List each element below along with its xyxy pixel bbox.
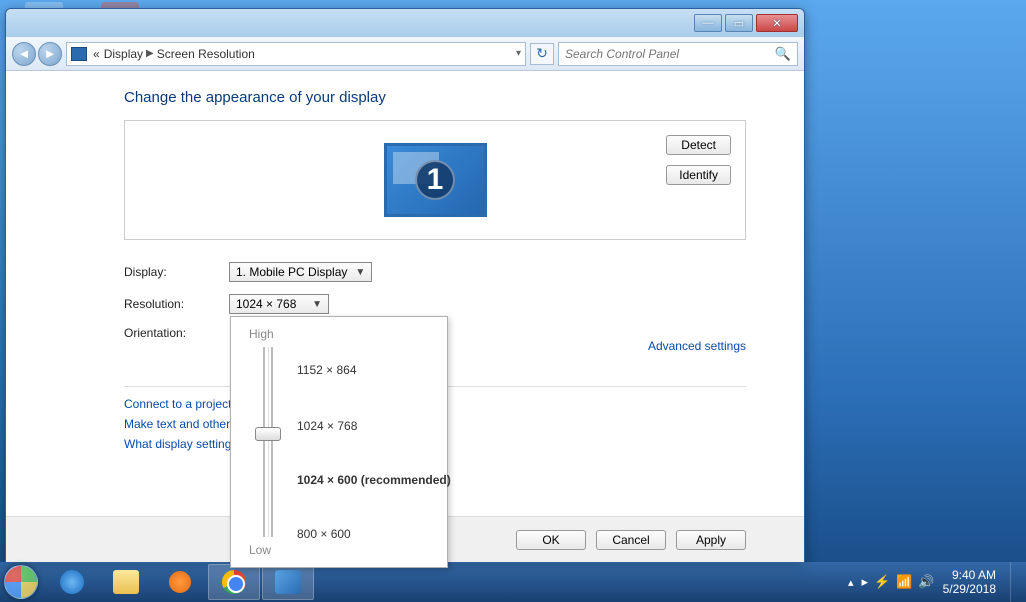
search-box[interactable]: 🔍 [558,42,798,66]
network-icon[interactable]: 📶 [896,574,912,590]
back-button[interactable]: ◄ [12,42,36,66]
resolution-option-2[interactable]: 1024 × 768 [297,419,357,433]
volume-icon[interactable]: 🔊 [918,574,934,590]
taskbar-media-player[interactable] [154,564,206,600]
dropdown-icon: ▼ [312,299,322,310]
breadcrumb-display[interactable]: Display [104,47,143,61]
nav-toolbar: ◄ ► « Display ▶ Screen Resolution ▾ ↻ 🔍 [6,37,804,71]
close-button[interactable] [756,14,798,32]
folder-icon [113,570,139,594]
taskbar-control-panel[interactable] [262,564,314,600]
ok-button[interactable]: OK [516,530,586,550]
chrome-icon [222,570,246,594]
resolution-combobox[interactable]: 1024 × 768 ▼ [229,294,329,314]
slider-low-label: Low [247,543,435,557]
control-panel-window: ◄ ► « Display ▶ Screen Resolution ▾ ↻ 🔍 … [5,8,805,563]
slider-high-label: High [247,327,435,341]
resolution-slider-thumb[interactable] [255,427,281,441]
minimize-button[interactable] [694,14,722,32]
resolution-option-1[interactable]: 1152 × 864 [297,363,357,377]
resolution-slider-popup: High 1152 × 864 1024 × 768 1024 × 600 (r… [230,316,448,568]
breadcrumb-pre: « [93,47,100,61]
monitor-thumbnail[interactable]: 1 [384,143,487,217]
search-input[interactable] [565,47,775,61]
resolution-option-4[interactable]: 800 × 600 [297,527,351,541]
windows-logo-icon [4,565,38,599]
taskbar-explorer[interactable] [100,564,152,600]
flag-icon[interactable]: ▸ [862,574,869,590]
ie-icon [60,570,84,594]
display-label: Display: [124,265,229,279]
breadcrumb-resolution[interactable]: Screen Resolution [157,47,255,61]
apply-button[interactable]: Apply [676,530,746,550]
control-panel-icon [275,570,301,594]
orientation-label: Orientation: [124,326,229,340]
address-dropdown-icon[interactable]: ▾ [516,48,521,59]
system-tray: ▴ ▸ ⚡ 📶 🔊 9:40 AM 5/29/2018 [848,562,1026,602]
monitor-number: 1 [415,160,455,200]
breadcrumb-bar[interactable]: « Display ▶ Screen Resolution ▾ [66,42,526,66]
chevron-right-icon: ▶ [146,48,154,59]
taskbar: ▴ ▸ ⚡ 📶 🔊 9:40 AM 5/29/2018 [0,562,1026,602]
power-icon[interactable]: ⚡ [874,574,890,590]
resolution-option-3[interactable]: 1024 × 600 (recommended) [297,473,451,487]
dropdown-icon: ▼ [355,267,365,278]
resolution-value: 1024 × 768 [236,297,296,311]
control-panel-icon [71,47,87,61]
maximize-button[interactable] [725,14,753,32]
identify-button[interactable]: Identify [666,165,731,185]
display-preview-box: 1 Detect Identify [124,120,746,240]
resolution-label: Resolution: [124,297,229,311]
window-titlebar[interactable] [6,9,804,37]
show-desktop-button[interactable] [1010,562,1022,602]
clock-time: 9:40 AM [943,568,996,582]
forward-button[interactable]: ► [38,42,62,66]
display-value: 1. Mobile PC Display [236,265,347,279]
start-button[interactable] [0,562,42,602]
display-combobox[interactable]: 1. Mobile PC Display ▼ [229,262,372,282]
media-player-icon [169,571,191,593]
detect-button[interactable]: Detect [666,135,731,155]
taskbar-chrome[interactable] [208,564,260,600]
tray-overflow-icon[interactable]: ▴ [848,576,854,589]
advanced-settings-link[interactable]: Advanced settings [648,339,746,353]
refresh-button[interactable]: ↻ [530,43,554,65]
taskbar-clock[interactable]: 9:40 AM 5/29/2018 [943,568,996,597]
clock-date: 5/29/2018 [943,582,996,596]
page-title: Change the appearance of your display [124,89,746,106]
taskbar-ie[interactable] [46,564,98,600]
cancel-button[interactable]: Cancel [596,530,666,550]
search-icon[interactable]: 🔍 [775,46,791,62]
resolution-slider-track[interactable] [263,347,273,537]
